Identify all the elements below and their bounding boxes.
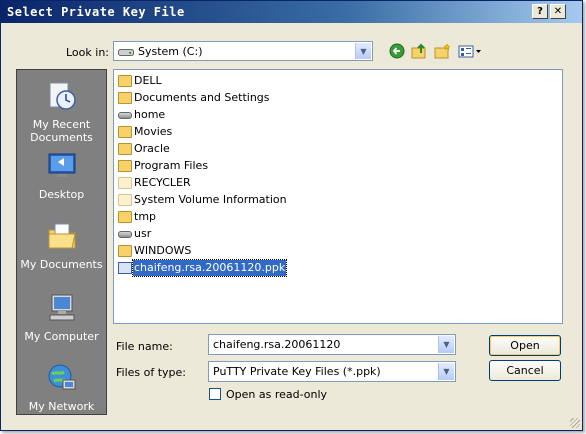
hidden-folder-icon bbox=[118, 194, 132, 206]
my-computer-icon bbox=[49, 294, 74, 321]
key-file-icon bbox=[118, 262, 132, 274]
up-folder-icon[interactable] bbox=[410, 43, 428, 61]
recent-documents-icon bbox=[49, 82, 76, 110]
my-network-icon bbox=[48, 364, 75, 390]
file-name: Oracle bbox=[134, 142, 170, 155]
desktop-icon bbox=[48, 153, 75, 177]
folder-icon bbox=[118, 143, 132, 155]
file-name-value: chaifeng.rsa.20061120 bbox=[213, 338, 341, 351]
file-name-field[interactable]: chaifeng.rsa.20061120 ▼ bbox=[208, 334, 456, 355]
select-key-dialog: Select Private Key File ? ✕ Look in: Sys… bbox=[0, 0, 583, 431]
file-name: WINDOWS bbox=[134, 244, 192, 257]
place-my-computer[interactable]: My Computer bbox=[17, 292, 106, 343]
place-label: Desktop bbox=[38, 188, 85, 201]
window-title: Select Private Key File bbox=[7, 5, 185, 19]
title-bar[interactable]: Select Private Key File ? ✕ bbox=[1, 1, 582, 23]
cancel-button[interactable]: Cancel bbox=[489, 360, 561, 381]
file-name: System Volume Information bbox=[134, 193, 287, 206]
place-label: My Documents bbox=[20, 258, 103, 271]
read-only-label: Open as read-only bbox=[226, 388, 328, 401]
file-name: Documents and Settings bbox=[134, 91, 270, 104]
my-documents-icon bbox=[48, 223, 76, 249]
folder-icon bbox=[118, 245, 132, 257]
files-of-type-label: Files of type: bbox=[116, 366, 187, 379]
new-folder-icon[interactable] bbox=[433, 43, 451, 61]
folder-icon bbox=[118, 92, 132, 104]
open-button[interactable]: Open bbox=[489, 335, 561, 356]
chevron-down-icon[interactable]: ▼ bbox=[438, 363, 454, 380]
resize-grip[interactable] bbox=[570, 418, 580, 428]
place-my-network[interactable]: My Network bbox=[17, 362, 106, 413]
file-list[interactable]: DELL Documents and Settings home Movies … bbox=[113, 69, 563, 324]
file-name: usr bbox=[134, 227, 152, 240]
folder-icon bbox=[118, 211, 132, 223]
place-my-documents[interactable]: My Documents bbox=[17, 220, 106, 271]
drive-shortcut-icon bbox=[118, 231, 132, 238]
files-of-type-value: PuTTY Private Key Files (*.ppk) bbox=[213, 365, 381, 378]
files-of-type-select[interactable]: PuTTY Private Key Files (*.ppk) ▼ bbox=[208, 361, 456, 382]
place-desktop[interactable]: Desktop bbox=[17, 150, 106, 201]
folder-icon bbox=[118, 75, 132, 87]
look-in-label: Look in: bbox=[66, 46, 109, 59]
file-name: Movies bbox=[134, 125, 173, 138]
hidden-folder-icon bbox=[118, 177, 132, 189]
place-label: My Recent Documents bbox=[30, 118, 93, 144]
back-arrow-icon[interactable] bbox=[388, 43, 406, 61]
place-label: My Computer bbox=[24, 330, 99, 343]
read-only-checkbox[interactable] bbox=[209, 388, 221, 400]
look-in-select[interactable]: System (C:) ▼ bbox=[113, 41, 373, 61]
look-in-value: System (C:) bbox=[138, 45, 203, 58]
help-button[interactable]: ? bbox=[532, 4, 548, 19]
chevron-down-icon[interactable]: ▼ bbox=[438, 336, 454, 353]
folder-icon bbox=[118, 160, 132, 172]
hard-drive-icon bbox=[118, 49, 134, 56]
file-name-label: File name: bbox=[116, 340, 173, 353]
folder-icon bbox=[118, 126, 132, 138]
drive-shortcut-icon bbox=[118, 112, 132, 119]
close-button[interactable]: ✕ bbox=[550, 4, 566, 19]
place-label: My Network bbox=[28, 400, 95, 413]
file-name: Program Files bbox=[134, 159, 209, 172]
file-name: chaifeng.rsa.20061120.ppk bbox=[131, 259, 288, 277]
chevron-down-icon[interactable]: ▼ bbox=[355, 43, 371, 59]
place-my-recent-documents[interactable]: My Recent Documents bbox=[17, 80, 106, 144]
file-name: DELL bbox=[134, 74, 162, 87]
places-bar: My Recent Documents Desktop My Documents bbox=[16, 69, 107, 415]
file-name: RECYCLER bbox=[134, 176, 191, 189]
views-menu-icon[interactable] bbox=[457, 43, 483, 61]
file-name: home bbox=[134, 108, 166, 121]
file-name: tmp bbox=[134, 210, 157, 223]
